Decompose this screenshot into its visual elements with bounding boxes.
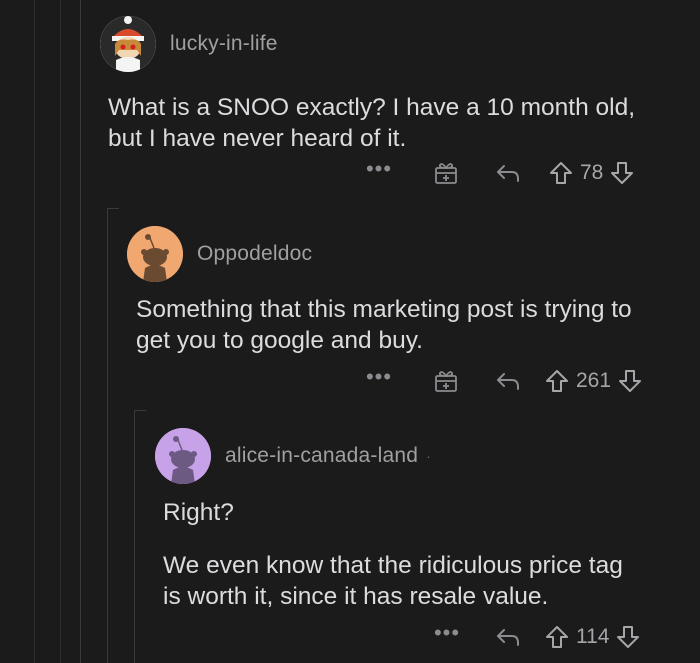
more-options-button[interactable]: ••• xyxy=(432,622,462,652)
snoo-avatar-icon xyxy=(127,226,183,282)
comment-header: alice-in-canada-land · xyxy=(155,428,431,484)
upvote-button[interactable] xyxy=(544,624,570,650)
more-options-button[interactable]: ••• xyxy=(364,366,394,396)
comment-header: Oppodeldoc xyxy=(127,226,312,282)
avatar[interactable] xyxy=(127,226,183,282)
thread-line[interactable] xyxy=(34,0,35,663)
downvote-icon xyxy=(619,370,642,392)
thread-line[interactable] xyxy=(80,0,81,663)
thread-connector xyxy=(134,410,146,411)
vote-count: 261 xyxy=(576,369,612,392)
upvote-icon xyxy=(546,626,568,648)
reply-button[interactable] xyxy=(488,625,528,649)
award-icon xyxy=(435,163,457,184)
username-separator: · xyxy=(426,448,431,464)
more-options-icon: ••• xyxy=(433,620,461,645)
downvote-button[interactable] xyxy=(615,624,641,650)
upvote-icon xyxy=(550,162,572,184)
comment-username[interactable]: Oppodeldoc xyxy=(197,242,312,266)
award-button[interactable] xyxy=(426,159,466,187)
downvote-button[interactable] xyxy=(609,160,635,186)
snoo-avatar-icon xyxy=(155,428,211,484)
thread-line[interactable] xyxy=(134,410,135,663)
upvote-button[interactable] xyxy=(544,368,570,394)
comment-text-line: We even know that the ridiculous price t… xyxy=(163,552,623,579)
comment-body: What is a SNOO exactly? I have a 10 mont… xyxy=(108,92,635,154)
comment-body: Something that this marketing post is tr… xyxy=(136,294,632,356)
comment-text-line: Something that this marketing post is tr… xyxy=(136,296,632,323)
more-options-icon: ••• xyxy=(365,364,393,389)
thread-line[interactable] xyxy=(107,208,108,663)
comment-username[interactable]: lucky-in-life xyxy=(170,32,278,56)
avatar[interactable] xyxy=(100,16,156,72)
vote-count: 114 xyxy=(576,625,610,648)
more-options-button[interactable]: ••• xyxy=(364,158,394,188)
comment-text-line: Right? xyxy=(163,499,234,526)
downvote-button[interactable] xyxy=(617,368,643,394)
award-button[interactable] xyxy=(426,367,466,395)
comment-username[interactable]: alice-in-canada-land xyxy=(225,444,418,468)
downvote-icon xyxy=(617,626,640,648)
comment-text-line: What is a SNOO exactly? I have a 10 mont… xyxy=(108,94,636,121)
reply-icon xyxy=(497,165,519,182)
thread-connector xyxy=(107,208,119,209)
upvote-button[interactable] xyxy=(548,160,574,186)
more-options-icon: ••• xyxy=(365,156,393,181)
reply-icon xyxy=(497,373,519,390)
avatar[interactable] xyxy=(155,428,211,484)
award-icon xyxy=(435,371,457,392)
comment-thread: lucky-in-life What is a SNOO exactly? I … xyxy=(0,0,700,663)
reply-button[interactable] xyxy=(488,161,528,185)
comment-actions: ••• 114 xyxy=(432,622,641,652)
downvote-icon xyxy=(611,162,634,184)
comment-actions: ••• xyxy=(364,366,643,396)
comment-actions: ••• xyxy=(364,158,635,188)
comment-body: Right? We even know that the ridiculous … xyxy=(163,497,623,612)
reply-button[interactable] xyxy=(488,369,528,393)
upvote-icon xyxy=(546,370,568,392)
comment-header: lucky-in-life xyxy=(100,16,278,72)
vote-count: 78 xyxy=(580,161,604,184)
comment-text-line: get you to google and buy. xyxy=(136,327,423,354)
comment-text-line: but I have never heard of it. xyxy=(108,125,407,152)
comment-text-line: is worth it, since it has resale value. xyxy=(163,583,549,610)
anime-girl-avatar-icon xyxy=(100,16,156,72)
thread-line[interactable] xyxy=(60,0,61,663)
reply-icon xyxy=(497,629,519,646)
